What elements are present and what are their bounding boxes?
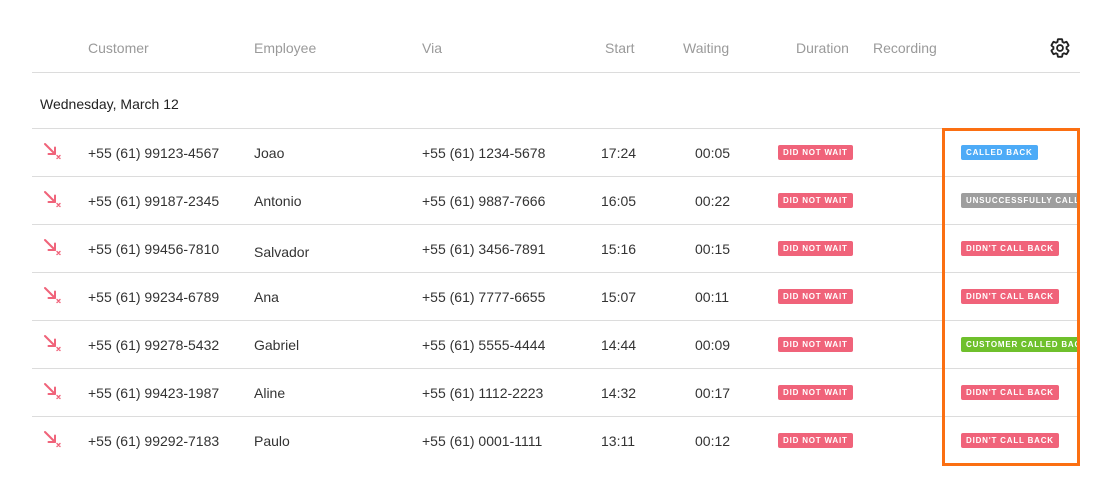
missed-call-icon <box>42 189 62 209</box>
employee-name: Ana <box>254 289 279 305</box>
recording-status-badge: DIDN'T CALL BACK <box>961 385 1059 400</box>
duration-badge: DID NOT WAIT <box>778 289 853 304</box>
column-header-via[interactable]: Via <box>422 40 442 56</box>
start-time: 13:11 <box>601 433 635 449</box>
waiting-time: 00:17 <box>695 385 731 401</box>
column-header-start[interactable]: Start <box>605 40 635 56</box>
customer-phone[interactable]: +55 (61) 99234-6789 <box>88 289 219 305</box>
table-header: Customer Employee Via Start Waiting Dura… <box>32 24 1080 73</box>
recording-status-badge: DIDN'T CALL BACK <box>961 289 1059 304</box>
missed-call-icon <box>42 333 62 353</box>
start-time: 15:16 <box>601 241 637 257</box>
via-phone: +55 (61) 5555-4444 <box>422 337 546 353</box>
recording-status-badge: CALLED BACK <box>961 145 1038 160</box>
employee-name: Salvador <box>254 244 310 260</box>
table-row[interactable]: +55 (61) 99456-7810 Salvador +55 (61) 3456… <box>32 225 1080 273</box>
customer-phone[interactable]: +55 (61) 99423-1987 <box>88 385 219 401</box>
recording-status-badge: CUSTOMER CALLED BACK <box>961 337 1080 352</box>
duration-badge: DID NOT WAIT <box>778 241 853 256</box>
start-time: 17:24 <box>601 145 637 161</box>
employee-name: Antonio <box>254 193 302 209</box>
waiting-time: 00:22 <box>695 193 731 209</box>
via-phone: +55 (61) 1112-2223 <box>422 385 544 401</box>
start-time: 14:44 <box>601 337 637 353</box>
column-header-customer[interactable]: Customer <box>88 40 149 56</box>
waiting-time: 00:15 <box>695 241 731 257</box>
missed-call-icon <box>42 381 62 401</box>
employee-name: Paulo <box>254 433 290 449</box>
missed-call-icon <box>42 237 62 257</box>
start-time: 15:07 <box>601 289 637 305</box>
table-row[interactable]: +55 (61) 99234-6789 Ana +55 (61) 7777-6655… <box>32 273 1080 321</box>
customer-phone[interactable]: +55 (61) 99292-7183 <box>88 433 219 449</box>
start-time: 14:32 <box>601 385 637 401</box>
table-row[interactable]: +55 (61) 99292-7183 Paulo +55 (61) 0001-11… <box>32 417 1080 464</box>
date-group-header: Wednesday, March 12 <box>32 73 1080 129</box>
duration-badge: DID NOT WAIT <box>778 145 853 160</box>
via-phone: +55 (61) 1234-5678 <box>422 145 546 161</box>
column-header-employee[interactable]: Employee <box>254 40 316 56</box>
recording-status-badge: DIDN'T CALL BACK <box>961 241 1059 256</box>
table-row[interactable]: +55 (61) 99187-2345 Antonio +55 (61) 9887-… <box>32 177 1080 225</box>
table-row[interactable]: +55 (61) 99278-5432 Gabriel +55 (61) 5555-… <box>32 321 1080 369</box>
date-group-label: Wednesday, March 12 <box>40 96 179 112</box>
employee-name: Gabriel <box>254 337 300 353</box>
table-row[interactable]: +55 (61) 99423-1987 Aline +55 (61) 1112-22… <box>32 369 1080 417</box>
column-header-recording[interactable]: Recording <box>873 40 937 56</box>
duration-badge: DID NOT WAIT <box>778 337 853 352</box>
table-row[interactable]: +55 (61) 99123-4567 Joao +55 (61) 1234-567… <box>32 129 1080 177</box>
gear-icon[interactable] <box>1049 37 1071 59</box>
waiting-time: 00:09 <box>695 337 731 353</box>
start-time: 16:05 <box>601 193 637 209</box>
waiting-time: 00:12 <box>695 433 731 449</box>
duration-badge: DID NOT WAIT <box>778 385 853 400</box>
via-phone: +55 (61) 9887-7666 <box>422 193 546 209</box>
via-phone: +55 (61) 0001-1111 <box>422 433 543 449</box>
missed-call-icon <box>42 285 62 305</box>
via-phone: +55 (61) 3456-7891 <box>422 241 546 257</box>
customer-phone[interactable]: +55 (61) 99278-5432 <box>88 337 219 353</box>
employee-name: Joao <box>254 145 285 161</box>
recording-status-badge: DIDN'T CALL BACK <box>961 433 1059 448</box>
employee-name: Aline <box>254 385 286 401</box>
duration-badge: DID NOT WAIT <box>778 193 853 208</box>
waiting-time: 00:11 <box>695 289 729 305</box>
duration-badge: DID NOT WAIT <box>778 433 853 448</box>
missed-call-icon <box>42 429 62 449</box>
customer-phone[interactable]: +55 (61) 99187-2345 <box>88 193 219 209</box>
customer-phone[interactable]: +55 (61) 99123-4567 <box>88 145 219 161</box>
via-phone: +55 (61) 7777-6655 <box>422 289 546 305</box>
missed-call-icon <box>42 141 62 161</box>
recording-status-badge: UNSUCCESSFULLY CALLED BACK <box>961 193 1080 208</box>
customer-phone[interactable]: +55 (61) 99456-7810 <box>88 241 219 257</box>
waiting-time: 00:05 <box>695 145 731 161</box>
column-header-duration[interactable]: Duration <box>796 40 849 56</box>
column-header-waiting[interactable]: Waiting <box>683 40 729 56</box>
